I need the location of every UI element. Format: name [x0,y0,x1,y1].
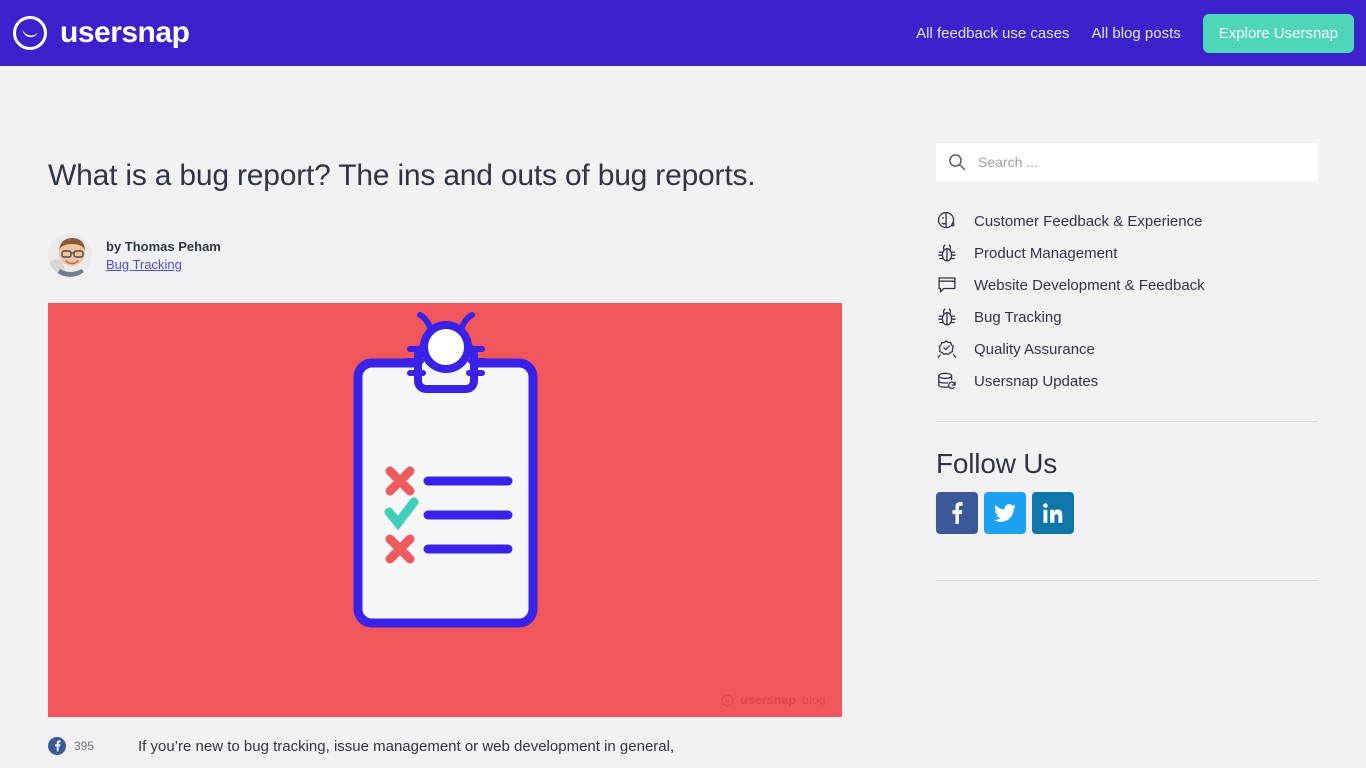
nav-link-feedback-use-cases[interactable]: All feedback use cases [916,25,1069,42]
usersnap-smile-logo-icon [721,694,734,707]
page-title: What is a bug report? The ins and outs o… [48,159,756,192]
search-box[interactable] [936,143,1318,181]
article-body-text: If you’re new to bug tracking, issue man… [138,738,675,755]
linkedin-link[interactable] [1032,492,1074,534]
site-header: usersnap All feedback use cases All blog… [0,0,1366,66]
twitter-icon [992,500,1018,526]
sidebar-item-label: Bug Tracking [974,308,1062,326]
sidebar-item-quality-assurance[interactable]: Quality Assurance [936,337,1318,361]
share-count: 395 [74,739,95,753]
database-refresh-icon [936,370,958,392]
sidebar-item-label: Product Management [974,244,1118,262]
search-icon [948,153,966,171]
category-list: Customer Feedback & Experience Product M… [936,209,1318,393]
byline: by Thomas Peham Bug Tracking [48,233,842,277]
brand-name: usersnap [60,16,190,49]
watermark-suffix: blog [802,693,826,707]
sidebar-divider-bottom [936,580,1318,581]
facebook-share[interactable]: 395 [48,735,138,755]
bug-icon [936,306,958,328]
search-input[interactable] [976,153,1306,171]
hero-watermark: usersnap blog [721,693,826,707]
sidebar-item-customer-feedback-experience[interactable]: Customer Feedback & Experience [936,209,1318,233]
sidebar-item-label: Quality Assurance [974,340,1095,358]
bug-icon [936,242,958,264]
follow-us-heading: Follow Us [936,448,1058,479]
sidebar-item-bug-tracking[interactable]: Bug Tracking [936,305,1318,329]
linkedin-icon [1040,500,1066,526]
explore-usersnap-button[interactable]: Explore Usersnap [1202,13,1354,53]
browser-chat-icon [936,274,958,296]
sidebar-item-label: Usersnap Updates [974,372,1099,390]
feedback-face-icon [936,210,958,232]
sidebar: Customer Feedback & Experience Product M… [936,143,1318,581]
main-nav: All feedback use cases All blog posts Ex… [916,0,1354,66]
avatar [48,233,92,277]
sidebar-item-product-management[interactable]: Product Management [936,241,1318,265]
facebook-icon [944,500,970,526]
sidebar-item-usersnap-updates[interactable]: Usersnap Updates [936,369,1318,393]
brand-logo[interactable]: usersnap [12,0,190,66]
article-category-link[interactable]: Bug Tracking [106,257,221,272]
facebook-icon [48,737,66,755]
facebook-link[interactable] [936,492,978,534]
twitter-link[interactable] [984,492,1026,534]
usersnap-smile-logo-icon [12,15,48,51]
sidebar-item-label: Website Development & Feedback [974,276,1205,294]
sidebar-item-website-development-feedback[interactable]: Website Development & Feedback [936,273,1318,297]
sidebar-divider-top [936,421,1318,422]
quality-badge-icon [936,338,958,360]
watermark-brand: usersnap [740,693,797,707]
social-links [936,492,1318,534]
article: What is a bug report? The ins and outs o… [48,156,842,759]
author-name: by Thomas Peham [106,238,221,254]
hero-image: usersnap blog [48,303,842,717]
sidebar-item-label: Customer Feedback & Experience [974,212,1203,230]
nav-link-all-blog-posts[interactable]: All blog posts [1092,25,1181,42]
page-body: What is a bug report? The ins and outs o… [0,66,1366,768]
bug-clipboard-illustration [353,312,538,628]
byline-text: by Thomas Peham Bug Tracking [106,239,221,272]
post-footer: 395 If you’re new to bug tracking, issue… [48,735,842,759]
